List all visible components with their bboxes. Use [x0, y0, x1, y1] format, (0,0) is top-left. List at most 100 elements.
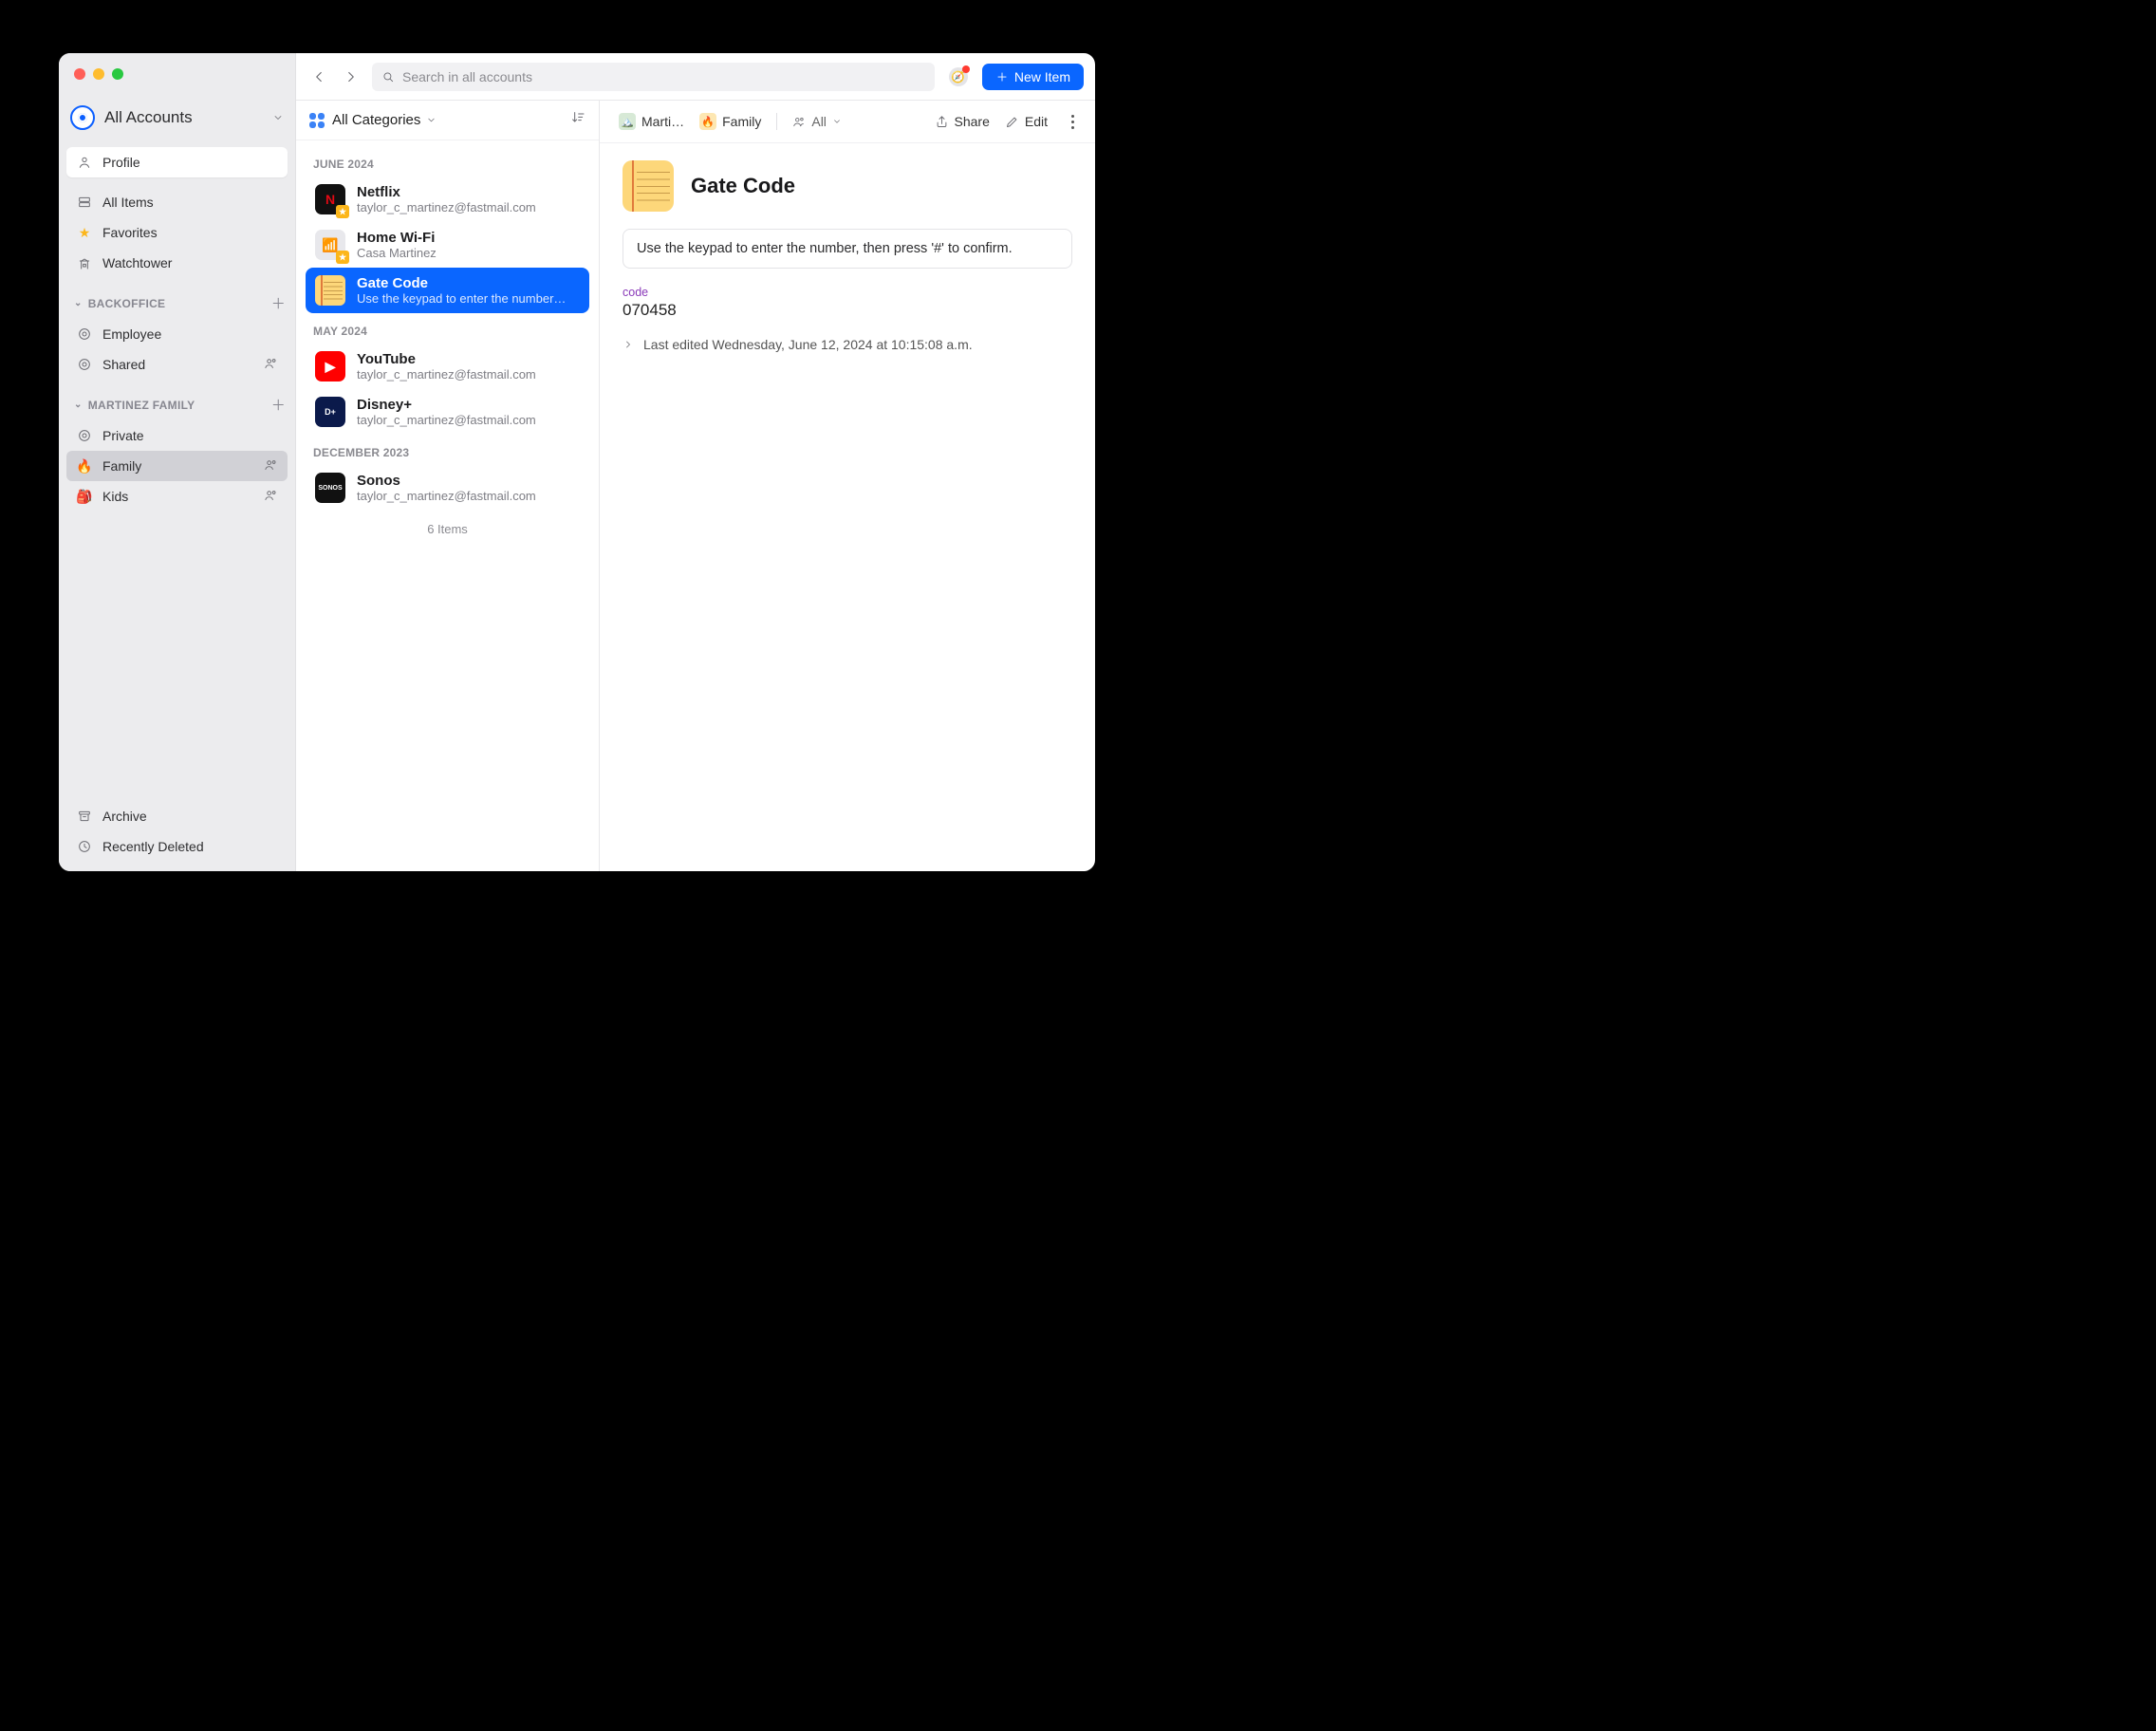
drawers-icon: [76, 194, 93, 211]
vault-icon: 🔥: [76, 457, 93, 475]
chevron-down-icon: [832, 117, 842, 126]
list-item[interactable]: SONOS Sonos taylor_c_martinez@fastmail.c…: [306, 465, 589, 511]
accounts-label: All Accounts: [104, 108, 263, 127]
scope-label: All: [811, 114, 827, 129]
pencil-icon: [1005, 115, 1019, 129]
search-input[interactable]: Search in all accounts: [372, 63, 935, 91]
sidebar-item-label: Profile: [102, 155, 140, 170]
person-icon: [76, 154, 93, 171]
field-label: code: [623, 286, 1072, 299]
vault-label: Shared: [102, 357, 145, 372]
scope-dropdown[interactable]: All: [787, 111, 847, 132]
watchtower-icon: [76, 254, 93, 271]
chevron-down-icon: ⌄: [74, 298, 83, 308]
sidebar-item-all-items[interactable]: All Items: [66, 187, 288, 217]
close-window-button[interactable]: [74, 68, 85, 80]
chevron-down-icon: [426, 115, 437, 125]
item-subtitle: taylor_c_martinez@fastmail.com: [357, 489, 580, 503]
categories-icon: [309, 113, 325, 128]
detail-header: 🏔️ Marti… 🔥 Family All: [600, 101, 1095, 143]
share-label: Share: [955, 114, 990, 129]
sidebar-vault-item[interactable]: Employee: [66, 319, 288, 349]
breadcrumb-vault[interactable]: 🔥 Family: [694, 110, 767, 133]
item-detail-column: 🏔️ Marti… 🔥 Family All: [600, 101, 1095, 871]
list-group-header: MAY 2024: [306, 313, 589, 344]
item-icon: ▶: [315, 351, 345, 382]
account-switcher[interactable]: All Accounts: [59, 96, 295, 140]
nav-forward-button[interactable]: [340, 65, 362, 88]
chevron-right-icon: [623, 339, 634, 350]
sort-button[interactable]: [570, 110, 585, 130]
detail-hero: Gate Code: [623, 160, 1072, 212]
app-logo-icon: [70, 105, 95, 130]
item-icon: 📶 ★: [315, 230, 345, 260]
notifications-button[interactable]: 🧭: [944, 63, 973, 91]
edit-button[interactable]: Edit: [999, 110, 1053, 133]
vault-icon: [76, 427, 93, 444]
sidebar-vault-item[interactable]: 🎒 Kids: [66, 481, 288, 512]
app-window: All Accounts Profile All Items ★ Favorit…: [59, 53, 1095, 871]
item-subtitle: Use the keypad to enter the number…: [357, 291, 580, 306]
add-vault-button[interactable]: ＋: [271, 395, 286, 415]
item-subtitle: Casa Martinez: [357, 246, 580, 260]
sidebar-vault-item[interactable]: 🔥 Family: [66, 451, 288, 481]
vault-icon: 🎒: [76, 488, 93, 505]
favorite-badge-icon: ★: [336, 251, 349, 264]
sidebar-item-favorites[interactable]: ★ Favorites: [66, 217, 288, 248]
list-item[interactable]: Gate Code Use the keypad to enter the nu…: [306, 268, 589, 313]
category-dropdown[interactable]: All Categories: [332, 112, 563, 128]
fullscreen-window-button[interactable]: [112, 68, 123, 80]
item-list-column: All Categories JUNE 2024 N ★ Netflix tay…: [296, 101, 600, 871]
sidebar: All Accounts Profile All Items ★ Favorit…: [59, 53, 296, 871]
list-item[interactable]: 📶 ★ Home Wi-Fi Casa Martinez: [306, 222, 589, 268]
chevron-down-icon: ⌄: [74, 400, 83, 410]
item-title: Home Wi-Fi: [357, 230, 580, 246]
sidebar-vault-item[interactable]: Shared: [66, 349, 288, 380]
sidebar-section-header[interactable]: ⌄ BACKOFFICE ＋: [59, 278, 295, 319]
nav-back-button[interactable]: [307, 65, 330, 88]
item-title: Disney+: [357, 397, 580, 413]
breadcrumb-vault-label: Family: [722, 114, 761, 129]
minimize-window-button[interactable]: [93, 68, 104, 80]
edit-label: Edit: [1025, 114, 1048, 129]
new-item-button[interactable]: New Item: [982, 64, 1084, 90]
divider: [776, 113, 777, 130]
people-icon: [792, 115, 806, 128]
sidebar-item-recently-deleted[interactable]: Recently Deleted: [66, 831, 288, 862]
share-icon: [935, 115, 949, 129]
item-title: Gate Code: [357, 275, 580, 291]
window-controls: [74, 68, 123, 80]
sidebar-section-header[interactable]: ⌄ MARTINEZ FAMILY ＋: [59, 380, 295, 420]
sidebar-item-watchtower[interactable]: Watchtower: [66, 248, 288, 278]
add-vault-button[interactable]: ＋: [271, 293, 286, 313]
list-item[interactable]: ▶ YouTube taylor_c_martinez@fastmail.com: [306, 344, 589, 389]
detail-body: Gate Code Use the keypad to enter the nu…: [600, 143, 1095, 871]
field-value[interactable]: 070458: [623, 301, 1072, 320]
star-icon: ★: [76, 224, 93, 241]
sidebar-item-archive[interactable]: Archive: [66, 801, 288, 831]
sidebar-nav: Profile All Items ★ Favorites Watchtower: [59, 140, 295, 278]
item-icon: [315, 275, 345, 306]
vault-icon: 🔥: [699, 113, 716, 130]
more-actions-button[interactable]: [1063, 115, 1082, 129]
sidebar-vault-item[interactable]: Private: [66, 420, 288, 451]
notification-badge: [962, 65, 970, 73]
list-item[interactable]: D+ Disney+ taylor_c_martinez@fastmail.co…: [306, 389, 589, 435]
shared-icon: [264, 356, 278, 373]
archive-icon: [76, 808, 93, 825]
breadcrumb-account[interactable]: 🏔️ Marti…: [613, 110, 690, 133]
sidebar-item-profile[interactable]: Profile: [66, 147, 288, 177]
sidebar-item-label: Favorites: [102, 225, 158, 240]
category-label: All Categories: [332, 112, 420, 128]
item-subtitle: taylor_c_martinez@fastmail.com: [357, 367, 580, 382]
list-group-header: DECEMBER 2023: [306, 435, 589, 465]
share-button[interactable]: Share: [929, 110, 995, 133]
shared-icon: [264, 457, 278, 475]
item-category-icon: [623, 160, 674, 212]
item-icon: N ★: [315, 184, 345, 214]
last-edited-row[interactable]: Last edited Wednesday, June 12, 2024 at …: [623, 337, 1072, 352]
item-title: Netflix: [357, 184, 580, 200]
search-placeholder: Search in all accounts: [402, 69, 532, 84]
item-count: 6 Items: [306, 511, 589, 548]
list-item[interactable]: N ★ Netflix taylor_c_martinez@fastmail.c…: [306, 177, 589, 222]
